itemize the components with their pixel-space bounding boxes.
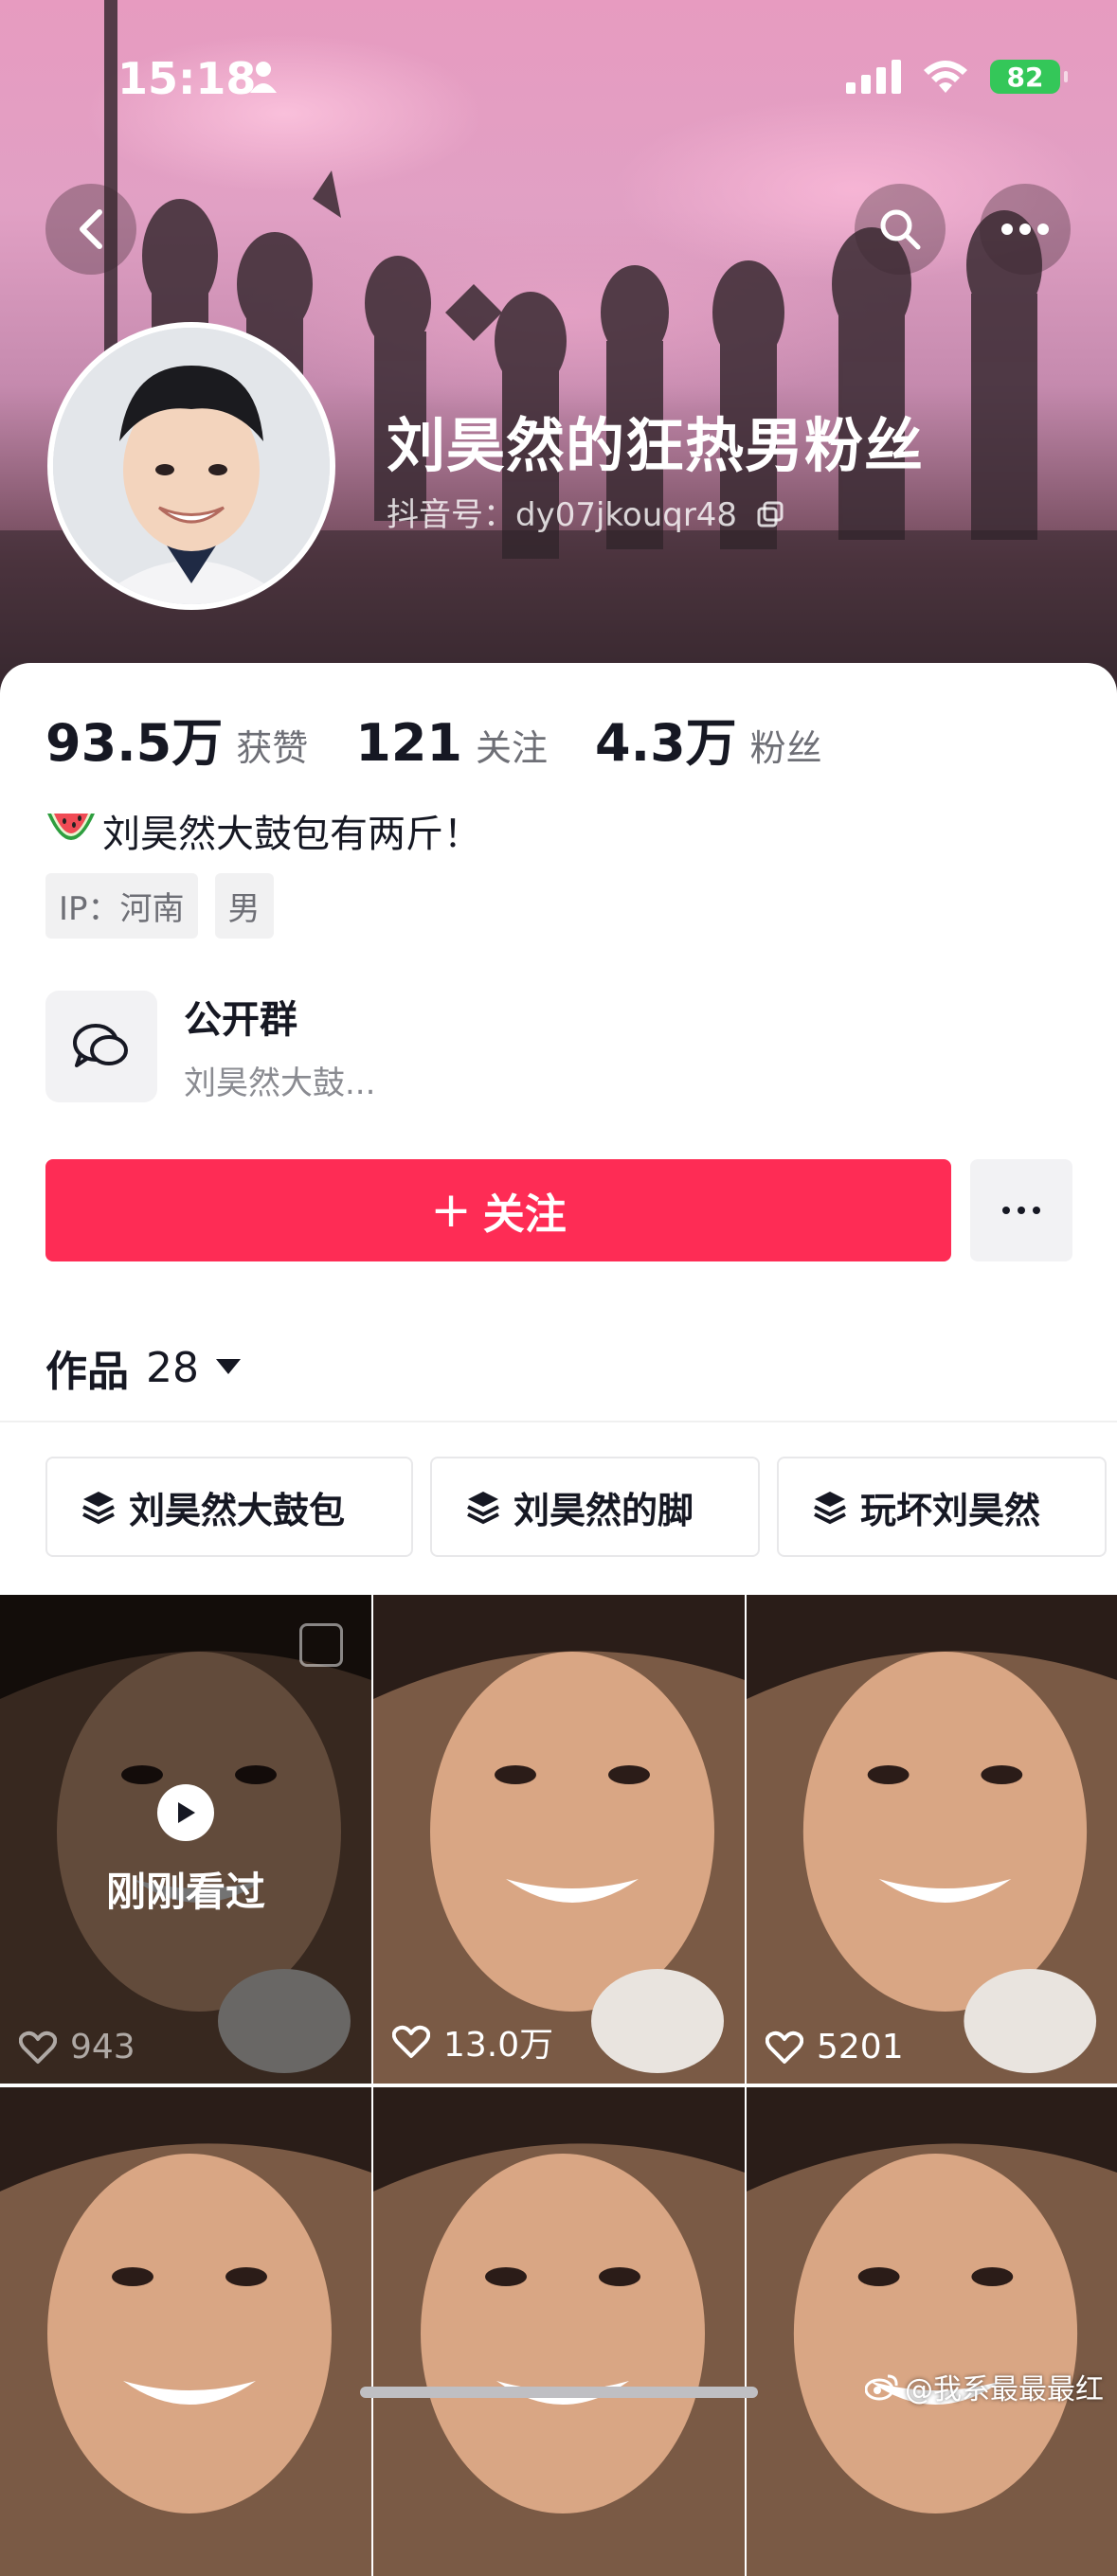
group-chat-icon [45,990,157,1102]
recently-watched-label: 刚刚看过 [105,1869,265,1915]
chevron-left-icon [80,209,102,249]
video-thumbnail[interactable]: 13.0万 [373,1595,745,2084]
plus-icon: + [430,1182,472,1239]
more-actions-button[interactable] [970,1159,1072,1261]
battery-indicator: 82 [990,60,1068,94]
thumbnail-image [373,1595,745,2084]
following-count[interactable]: 121 [355,713,462,773]
profile-bio: 刘昊然大鼓包有两斤！ [45,803,481,858]
ellipsis-icon [1002,1207,1040,1214]
thumbnail-image [747,1595,1117,2084]
person-icon [250,61,277,97]
layers-icon [467,1492,499,1525]
status-indicators: 82 [846,59,1068,95]
select-checkbox[interactable] [299,1623,343,1667]
video-thumbnail[interactable] [0,2087,371,2576]
followers-count[interactable]: 4.3万 [595,701,737,776]
ip-location-tag: IP：河南 [45,873,198,939]
profile-nickname: 刘昊然的狂热男粉丝 [387,411,925,480]
caret-down-icon [216,1359,241,1374]
works-label: 作品 [45,1348,129,1396]
group-subtitle: 刘昊然大鼓... [184,1064,376,1102]
collection-chip[interactable]: 刘昊然的脚 [430,1457,760,1557]
ellipsis-icon [1001,224,1049,235]
copy-icon[interactable] [757,498,784,536]
watermelon-icon [47,814,95,840]
video-grid: 刚刚看过 943 13.0万 5201 [0,1595,1117,2576]
avatar-image [53,328,330,604]
video-thumbnail[interactable] [373,2087,745,2576]
recently-watched-badge: 刚刚看过 [0,1784,371,1918]
collection-label: 玩坏刘昊然 [860,1489,1041,1531]
collection-chip[interactable]: 玩坏刘昊然 [777,1457,1107,1557]
weibo-logo-icon [865,2374,898,2401]
back-button[interactable] [45,184,136,275]
video-likes: 5201 [766,2028,904,2066]
wifi-icon [924,61,967,93]
thumbnail-image [0,2087,371,2576]
follow-label: 关注 [482,1190,567,1239]
collections-row: 刘昊然大鼓包 刘昊然的脚 玩坏刘昊然 [45,1457,1107,1557]
likes-count-label: 5201 [817,2028,904,2066]
status-time: 15:18 [117,53,257,104]
weibo-watermark: @我系最最最红 [865,2366,1104,2407]
profile-tags: IP：河南 男 [45,873,274,939]
search-icon [880,209,921,250]
collection-chip[interactable]: 刘昊然大鼓包 [45,1457,413,1557]
heart-outline-icon [766,2030,803,2064]
likes-count[interactable]: 93.5万 [45,701,223,776]
more-options-button[interactable] [980,184,1071,275]
home-indicator [360,2387,758,2398]
thumbnail-image [747,2087,1117,2576]
layers-icon [814,1492,846,1525]
public-group-entry[interactable]: 公开群 刘昊然大鼓... [45,989,375,1103]
profile-stats: 93.5万 获赞 121 关注 4.3万 粉丝 [45,701,870,776]
likes-count-label: 13.0万 [443,2026,554,2065]
heart-outline-icon [19,2030,57,2064]
heart-outline-icon [392,2025,430,2058]
likes-count-label: 943 [70,2028,135,2066]
douyin-id-text: 抖音号：dy07jkouqr48 [387,496,738,534]
likes-label[interactable]: 获赞 [236,719,308,771]
section-divider [0,1421,1117,1422]
followers-label[interactable]: 粉丝 [750,719,822,771]
thumbnail-image [373,2087,745,2576]
avatar[interactable] [47,322,335,610]
play-icon [157,1784,214,1841]
video-thumbnail[interactable] [747,2087,1117,2576]
watermark-text: @我系最最最红 [905,2373,1104,2406]
search-button[interactable] [855,184,946,275]
collection-label: 刘昊然的脚 [513,1489,694,1531]
layers-icon [82,1492,115,1525]
following-label[interactable]: 关注 [476,719,548,771]
works-count: 28 [146,1343,199,1392]
collection-label: 刘昊然大鼓包 [129,1489,346,1531]
profile-banner: 15:18 82 刘昊然的狂热男粉丝 抖音号：dy07jkouqr48 [0,0,1117,701]
follow-button[interactable]: + 关注 [45,1159,951,1261]
video-likes: 943 [19,2028,135,2066]
video-thumbnail[interactable]: 5201 [747,1595,1117,2084]
signal-icon [846,60,901,94]
gender-tag: 男 [214,873,274,939]
douyin-id: 抖音号：dy07jkouqr48 [387,489,784,536]
bio-text: 刘昊然大鼓包有两斤！ [102,813,481,856]
video-likes: 13.0万 [392,2017,553,2066]
video-thumbnail[interactable]: 刚刚看过 943 [0,1595,371,2084]
works-tab[interactable]: 作品 28 [45,1337,241,1398]
group-title: 公开群 [184,998,297,1042]
